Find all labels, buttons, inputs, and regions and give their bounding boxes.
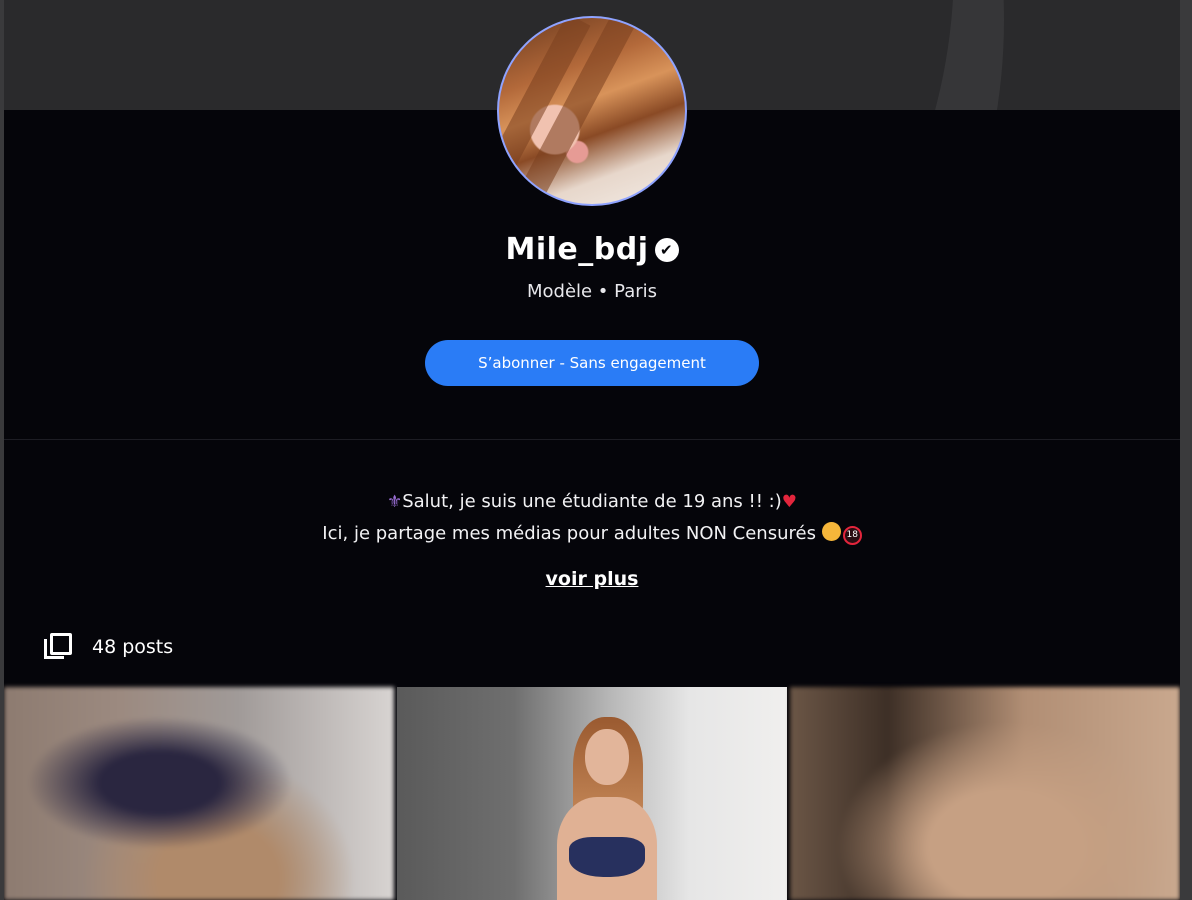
post-thumbnail[interactable] [397,687,787,900]
profile-name-row: Mile_bdj ✔ [4,232,1180,267]
posts-count: 48 posts [92,636,174,658]
profile-name: Mile_bdj [505,232,649,267]
profile-bio: ⚜Salut, je suis une étudiante de 19 ans … [4,486,1180,549]
profile-subtitle: Modèle • Paris [526,281,658,302]
bio-line-2-text: Ici, je partage mes médias pour adultes … [322,523,816,544]
section-divider [4,439,1180,440]
gallery-icon [44,633,72,661]
cover-arc-inner-shape [4,0,954,110]
posts-count-row: 48 posts [44,631,173,663]
bio-line-2: Ici, je partage mes médias pour adultes … [4,518,1180,549]
heart-icon: ♥ [781,492,798,512]
posts-grid [4,687,1180,900]
avatar[interactable] [497,16,687,206]
post-thumbnail[interactable] [4,687,394,900]
eighteen-plus-icon: 18 [842,526,862,545]
see-more-link[interactable]: voir plus [546,568,639,590]
bio-line-1: ⚜Salut, je suis une étudiante de 19 ans … [4,486,1180,518]
smiling-face-icon [821,522,841,541]
subscribe-button[interactable]: S’abonner - Sans engagement [425,340,759,386]
window-edge [1180,0,1192,900]
verified-check-icon: ✔ [654,238,679,262]
profile-page: Mile_bdj ✔ Modèle • Paris S’abonner - San… [4,0,1180,900]
bio-line-1-text: Salut, je suis une étudiante de 19 ans !… [402,491,782,512]
post-photo-figure [547,717,667,900]
post-thumbnail[interactable] [790,687,1180,900]
fleur-de-lis-icon: ⚜ [386,492,403,512]
see-more-wrapper: voir plus [4,568,1180,590]
